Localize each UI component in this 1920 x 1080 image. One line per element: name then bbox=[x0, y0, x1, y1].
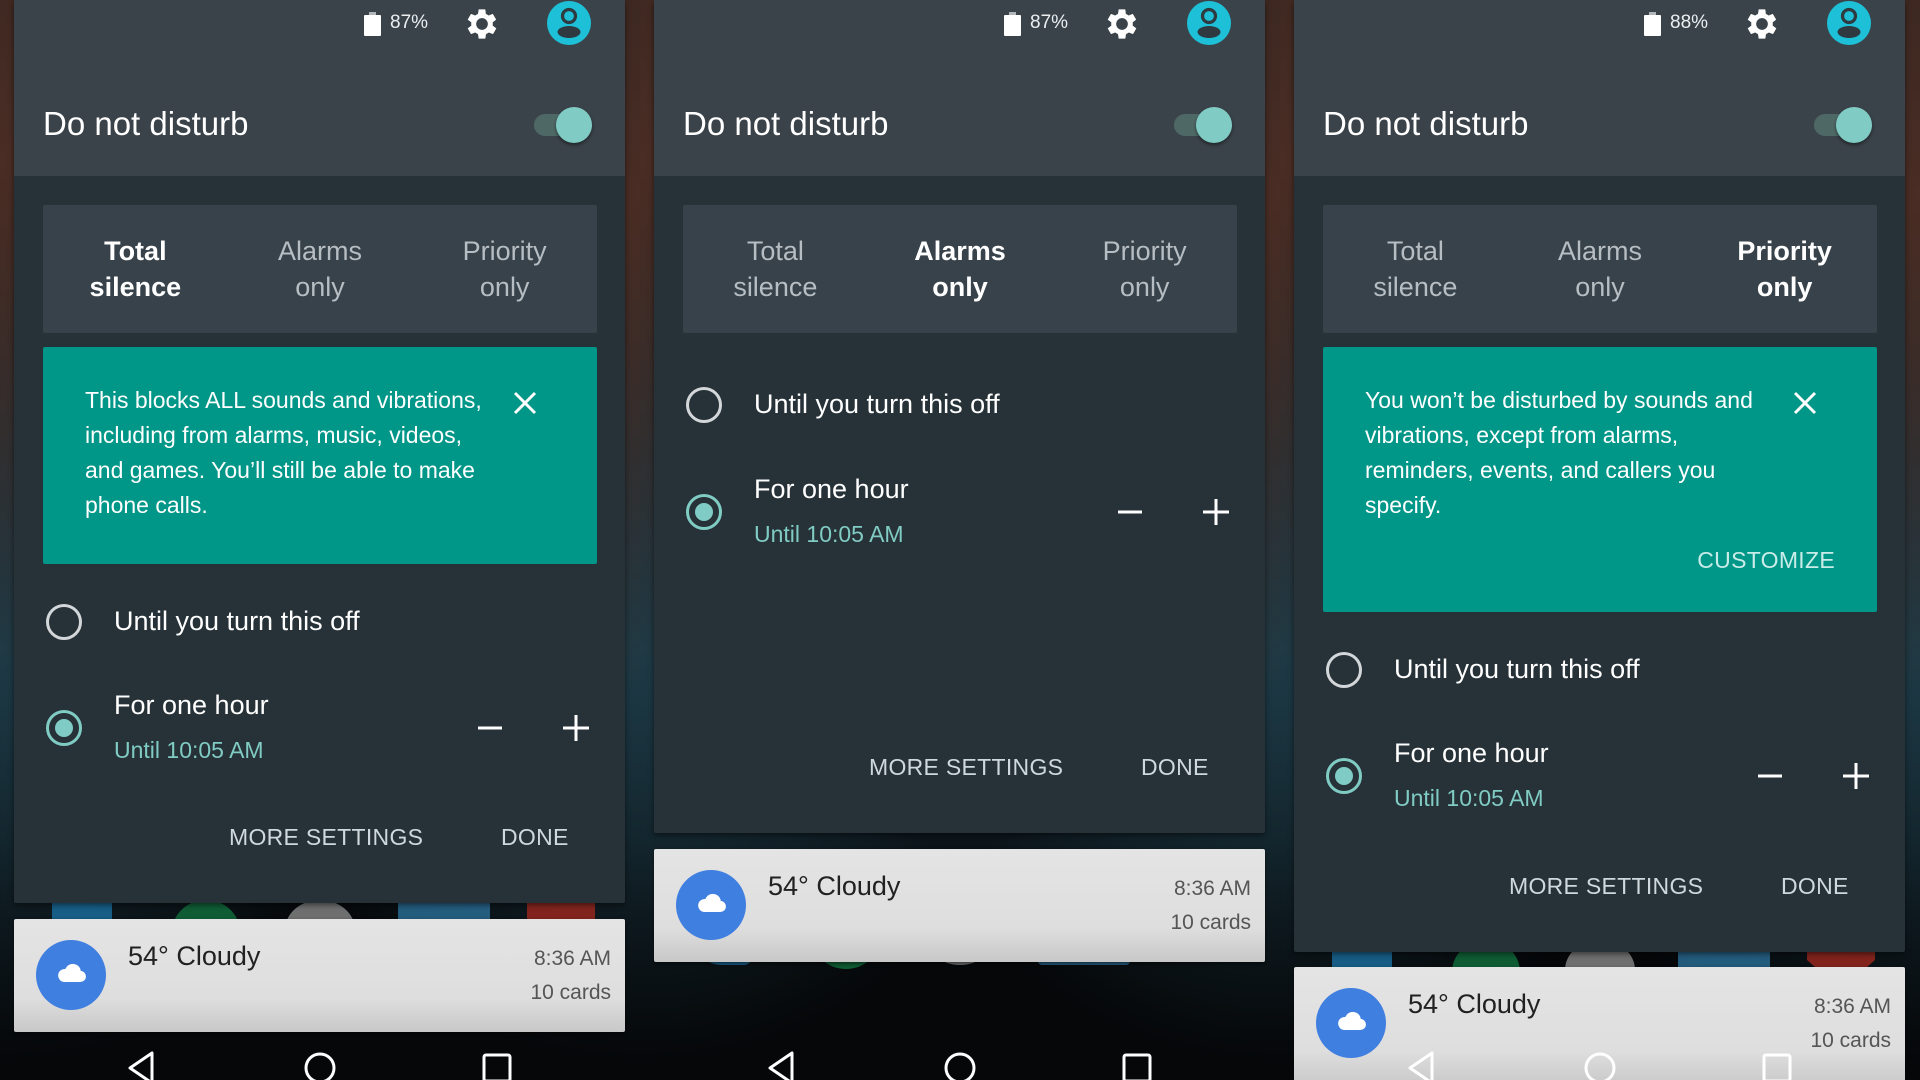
account-circle-icon[interactable] bbox=[1187, 1, 1231, 45]
option-sublabel: Until 10:05 AM bbox=[114, 737, 264, 763]
mode-tabs: Total silence Alarms only Priority only bbox=[1323, 205, 1877, 333]
minus-icon[interactable] bbox=[1752, 758, 1788, 794]
nav-bar bbox=[640, 1048, 1280, 1080]
tab-alarms-only[interactable]: Alarms only bbox=[228, 205, 413, 333]
weather-notification[interactable]: 54° Cloudy 8:36 AM 10 cards bbox=[14, 919, 625, 1032]
more-settings-button[interactable]: MORE SETTINGS bbox=[869, 754, 1063, 781]
gear-icon[interactable] bbox=[1742, 4, 1782, 44]
gear-icon[interactable] bbox=[462, 4, 502, 44]
dnd-header: 87% Do not disturb bbox=[654, 0, 1265, 176]
recents-icon[interactable] bbox=[477, 1048, 517, 1080]
notification-time: 8:36 AM bbox=[1813, 995, 1891, 1018]
battery-icon bbox=[1004, 12, 1021, 36]
radio-until-off[interactable] bbox=[686, 387, 722, 423]
weather-title: 54° Cloudy bbox=[768, 871, 901, 901]
dnd-header: 87% Do not disturb bbox=[14, 0, 625, 176]
option-sublabel: Until 10:05 AM bbox=[754, 521, 904, 547]
option-label: For one hour bbox=[114, 690, 269, 720]
option-label: Until you turn this off bbox=[754, 389, 1000, 419]
battery-icon bbox=[364, 12, 381, 36]
radio-until-off[interactable] bbox=[46, 604, 82, 640]
done-button[interactable]: DONE bbox=[1141, 754, 1209, 781]
radio-one-hour[interactable] bbox=[686, 494, 722, 530]
close-icon[interactable] bbox=[511, 389, 539, 417]
battery-icon bbox=[1644, 12, 1661, 36]
dnd-panel: 88% Do not disturb Total silence Alarms … bbox=[1294, 0, 1905, 952]
home-icon[interactable] bbox=[1580, 1048, 1620, 1080]
phone-screen-total-silence: 87% Do not disturb Total silence Alarms … bbox=[0, 0, 640, 1080]
radio-until-off[interactable] bbox=[1326, 652, 1362, 688]
dnd-title: Do not disturb bbox=[683, 105, 889, 142]
tab-priority-only[interactable]: Priority only bbox=[1052, 205, 1237, 333]
back-icon[interactable] bbox=[122, 1048, 162, 1080]
notification-count: 10 cards bbox=[1170, 911, 1251, 934]
recents-icon[interactable] bbox=[1117, 1048, 1157, 1080]
mode-tabs: Total silence Alarms only Priority only bbox=[683, 205, 1237, 333]
more-settings-button[interactable]: MORE SETTINGS bbox=[1509, 873, 1703, 900]
tab-total-silence[interactable]: Total silence bbox=[43, 205, 228, 333]
battery-percent: 87% bbox=[390, 12, 429, 33]
weather-title: 54° Cloudy bbox=[128, 941, 261, 971]
phone-screen-priority-only: 88% Do not disturb Total silence Alarms … bbox=[1280, 0, 1920, 1080]
tab-alarms-only[interactable]: Alarms only bbox=[868, 205, 1053, 333]
battery-percent: 88% bbox=[1670, 12, 1709, 33]
dnd-title: Do not disturb bbox=[1323, 105, 1529, 142]
account-circle-icon[interactable] bbox=[547, 1, 591, 45]
done-button[interactable]: DONE bbox=[1781, 873, 1849, 900]
minus-icon[interactable] bbox=[1112, 494, 1148, 530]
nav-bar bbox=[1280, 1048, 1920, 1080]
back-icon[interactable] bbox=[762, 1048, 802, 1080]
phone-screen-alarms-only: 87% Do not disturb Total silence Alarms … bbox=[640, 0, 1280, 1080]
option-sublabel: Until 10:05 AM bbox=[1394, 785, 1544, 811]
battery-percent: 87% bbox=[1030, 12, 1069, 33]
option-label: For one hour bbox=[1394, 738, 1549, 768]
done-button[interactable]: DONE bbox=[501, 824, 569, 851]
nav-bar bbox=[0, 1048, 640, 1080]
info-card: This blocks ALL sounds and vibrations, i… bbox=[43, 347, 597, 564]
plus-icon[interactable] bbox=[558, 710, 594, 746]
dnd-header: 88% Do not disturb bbox=[1294, 0, 1905, 176]
tab-alarms-only[interactable]: Alarms only bbox=[1508, 205, 1693, 333]
home-icon[interactable] bbox=[300, 1048, 340, 1080]
dnd-toggle[interactable] bbox=[534, 104, 594, 144]
dnd-panel: 87% Do not disturb Total silence Alarms … bbox=[14, 0, 625, 903]
dnd-panel: 87% Do not disturb Total silence Alarms … bbox=[654, 0, 1265, 833]
radio-one-hour[interactable] bbox=[46, 710, 82, 746]
tab-total-silence[interactable]: Total silence bbox=[683, 205, 868, 333]
info-text: This blocks ALL sounds and vibrations, i… bbox=[85, 387, 482, 518]
close-icon[interactable] bbox=[1791, 389, 1819, 417]
gear-icon[interactable] bbox=[1102, 4, 1142, 44]
notification-time: 8:36 AM bbox=[533, 947, 611, 970]
option-label: For one hour bbox=[754, 474, 909, 504]
customize-button[interactable]: CUSTOMIZE bbox=[1697, 547, 1835, 574]
info-text: You won’t be disturbed by sounds and vib… bbox=[1365, 387, 1753, 518]
option-label: Until you turn this off bbox=[1394, 654, 1640, 684]
notification-count: 10 cards bbox=[530, 981, 611, 1004]
more-settings-button[interactable]: MORE SETTINGS bbox=[229, 824, 423, 851]
minus-icon[interactable] bbox=[472, 710, 508, 746]
plus-icon[interactable] bbox=[1198, 494, 1234, 530]
radio-one-hour[interactable] bbox=[1326, 758, 1362, 794]
cloud-icon bbox=[36, 940, 106, 1010]
tab-priority-only[interactable]: Priority only bbox=[412, 205, 597, 333]
dnd-toggle[interactable] bbox=[1814, 104, 1874, 144]
option-label: Until you turn this off bbox=[114, 606, 360, 636]
weather-notification[interactable]: 54° Cloudy 8:36 AM 10 cards bbox=[654, 849, 1265, 962]
tab-total-silence[interactable]: Total silence bbox=[1323, 205, 1508, 333]
dnd-toggle[interactable] bbox=[1174, 104, 1234, 144]
info-card: You won’t be disturbed by sounds and vib… bbox=[1323, 347, 1877, 612]
home-icon[interactable] bbox=[940, 1048, 980, 1080]
weather-title: 54° Cloudy bbox=[1408, 989, 1541, 1019]
back-icon[interactable] bbox=[1402, 1048, 1442, 1080]
cloud-icon bbox=[676, 870, 746, 940]
plus-icon[interactable] bbox=[1838, 758, 1874, 794]
tab-priority-only[interactable]: Priority only bbox=[1692, 205, 1877, 333]
recents-icon[interactable] bbox=[1757, 1048, 1797, 1080]
dnd-title: Do not disturb bbox=[43, 105, 249, 142]
mode-tabs: Total silence Alarms only Priority only bbox=[43, 205, 597, 333]
notification-time: 8:36 AM bbox=[1173, 877, 1251, 900]
account-circle-icon[interactable] bbox=[1827, 1, 1871, 45]
